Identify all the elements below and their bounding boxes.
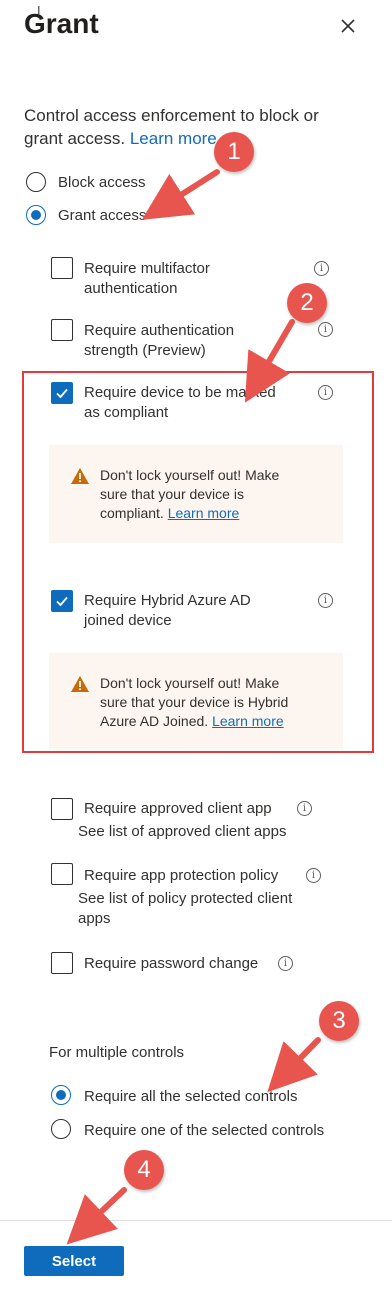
arrow-icon [66, 1187, 127, 1245]
annotation-badge-1: 1 [214, 132, 254, 172]
annotation-arrows [66, 169, 321, 1245]
arrow-icon [244, 319, 295, 403]
annotation-badge-3: 3 [319, 1001, 359, 1041]
arrow-icon [141, 169, 220, 220]
annotation-badge-4: 4 [124, 1150, 164, 1190]
arrow-icon [267, 1037, 321, 1093]
annotation-badge-2: 2 [287, 283, 327, 323]
